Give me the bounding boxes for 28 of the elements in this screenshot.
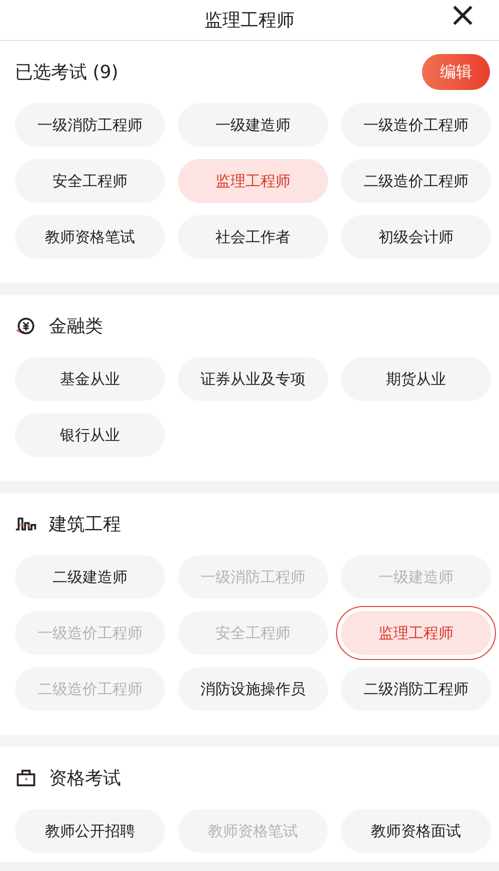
- exam-chip[interactable]: 二级造价工程师: [341, 159, 491, 203]
- exam-chip[interactable]: 社会工作者: [178, 215, 328, 259]
- section-title: 资格考试: [49, 767, 121, 790]
- exam-chip[interactable]: 证券从业及专项: [178, 357, 328, 401]
- exam-chip[interactable]: 期货从业: [341, 357, 491, 401]
- exam-chip[interactable]: 一级造价工程师: [341, 103, 491, 147]
- exam-chip[interactable]: 二级建造师: [15, 555, 165, 599]
- exam-chip[interactable]: 教师资格笔试: [15, 215, 165, 259]
- briefcase-icon: [15, 767, 37, 789]
- exam-chip[interactable]: 监理工程师: [178, 159, 328, 203]
- edit-button[interactable]: 编辑: [422, 54, 490, 90]
- exam-chip[interactable]: 一级建造师: [178, 103, 328, 147]
- section-title: 金融类: [49, 315, 103, 338]
- section-title: 已选考试 (9): [15, 61, 118, 84]
- coin-icon: [15, 315, 37, 337]
- page-title: 监理工程师: [204, 9, 294, 32]
- exam-chip[interactable]: 教师公开招聘: [15, 809, 165, 853]
- exam-chip[interactable]: 监理工程师: [341, 611, 491, 655]
- exam-chip[interactable]: 二级消防工程师: [341, 667, 491, 711]
- close-button[interactable]: ×: [448, 0, 477, 30]
- exam-chip[interactable]: 一级消防工程师: [15, 103, 165, 147]
- exam-chip[interactable]: 银行从业: [15, 413, 165, 457]
- section-title: 建筑工程: [49, 513, 121, 536]
- exam-chip[interactable]: 安全工程师: [15, 159, 165, 203]
- exam-chip[interactable]: 基金从业: [15, 357, 165, 401]
- exam-chip[interactable]: 初级会计师: [341, 215, 491, 259]
- exam-chip[interactable]: 消防设施操作员: [178, 667, 328, 711]
- exam-chip[interactable]: 教师资格面试: [341, 809, 491, 853]
